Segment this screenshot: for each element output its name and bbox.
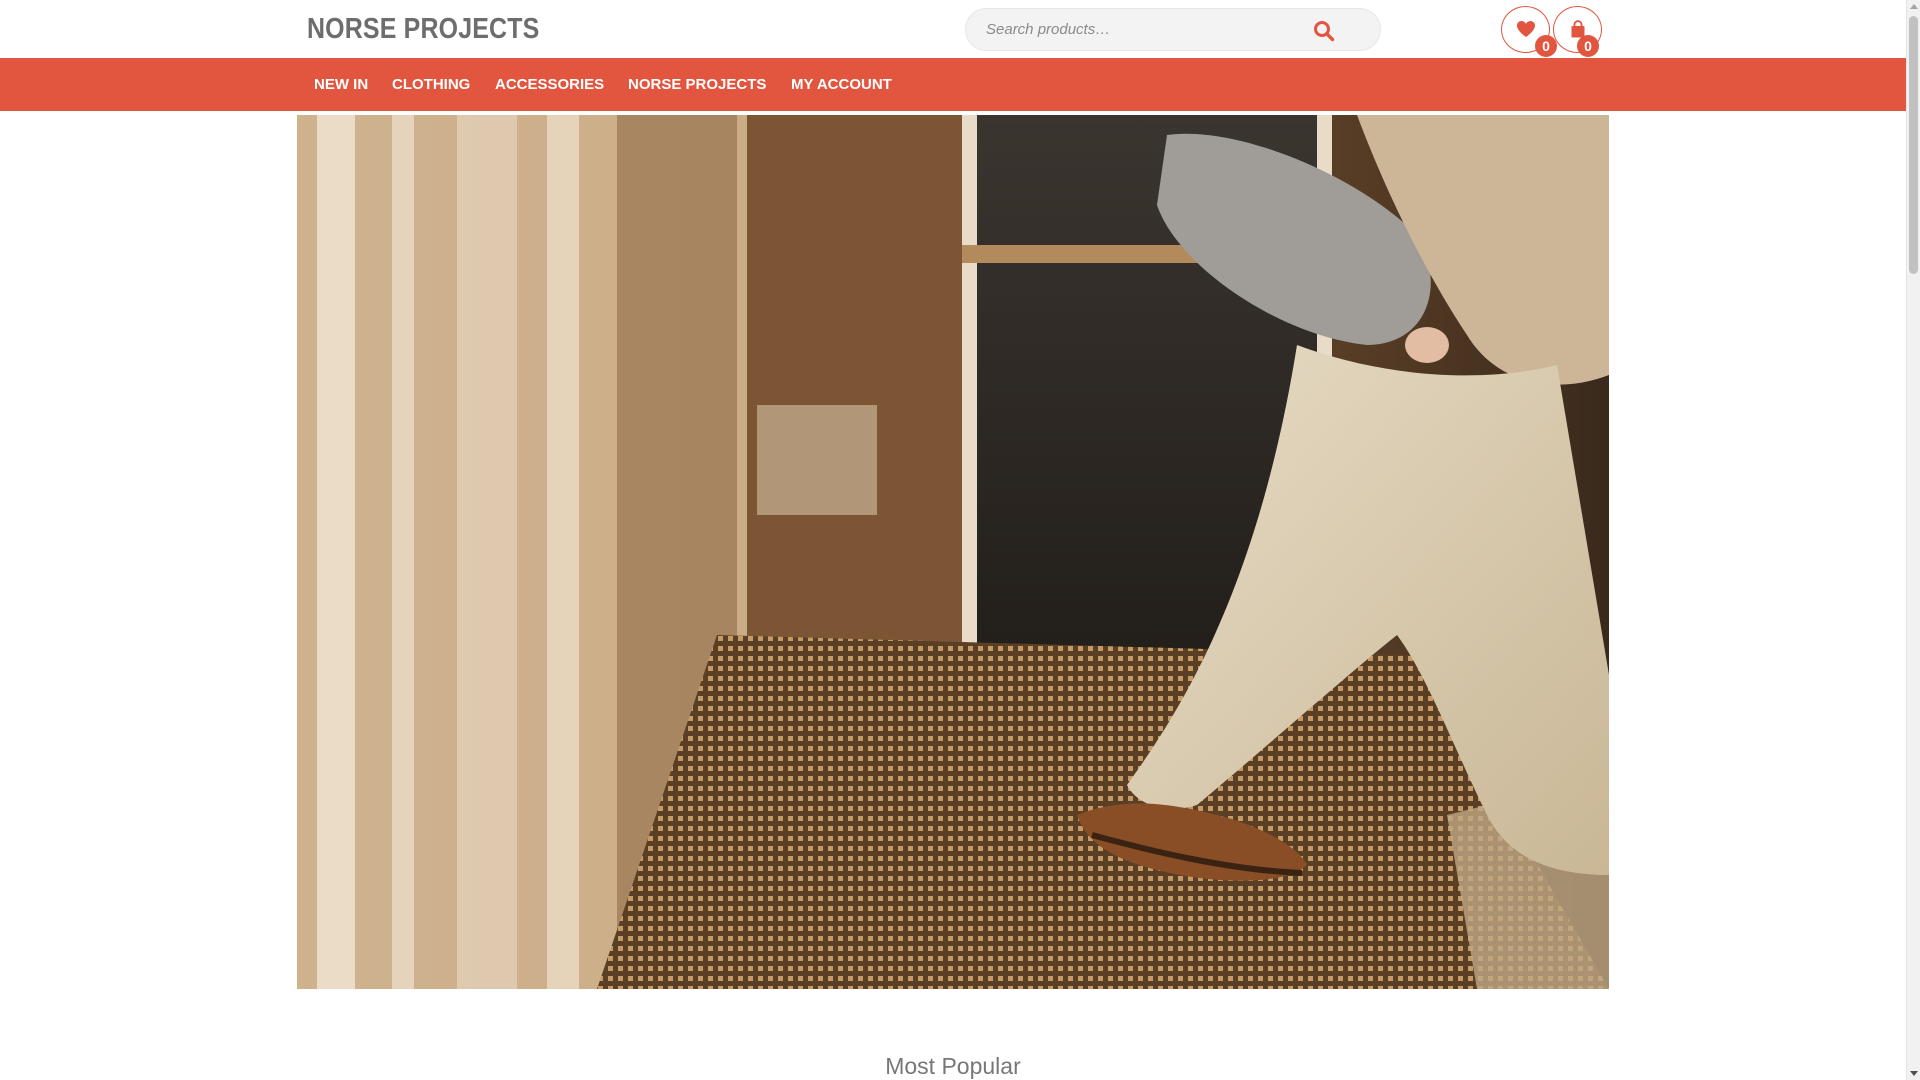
- wishlist-button[interactable]: 0: [1501, 6, 1557, 57]
- nav-item-new-in[interactable]: NEW IN: [314, 58, 368, 111]
- heart-icon: [1517, 21, 1535, 37]
- nav-item-clothing[interactable]: CLOTHING: [392, 58, 470, 111]
- site-header: NORSE PROJECTS 0 0: [0, 0, 1900, 58]
- main-navigation: NEW IN CLOTHING ACCESSORIES NORSE PROJEC…: [0, 58, 1906, 111]
- product-search: [965, 8, 1381, 51]
- search-input[interactable]: [986, 9, 1316, 50]
- nav-item-my-account[interactable]: MY ACCOUNT: [791, 58, 892, 111]
- search-icon: [1314, 21, 1335, 42]
- scroll-down-arrow-icon[interactable]: [1910, 1071, 1918, 1076]
- search-button[interactable]: [1312, 19, 1336, 43]
- page-scrollbar[interactable]: [1906, 0, 1920, 1080]
- site-logo[interactable]: NORSE PROJECTS: [307, 14, 539, 44]
- cart-button[interactable]: 0: [1553, 6, 1602, 57]
- nav-item-norse-projects[interactable]: NORSE PROJECTS: [628, 58, 766, 111]
- most-popular-heading: Most Popular: [885, 1053, 1021, 1079]
- scroll-up-arrow-icon[interactable]: [1910, 4, 1918, 9]
- scrollbar-thumb[interactable]: [1909, 16, 1918, 274]
- cart-count-badge: 0: [1577, 35, 1599, 57]
- nav-item-accessories[interactable]: ACCESSORIES: [495, 58, 604, 111]
- wishlist-count-badge: 0: [1535, 35, 1557, 57]
- hero-photo: [297, 115, 1609, 989]
- hero-banner[interactable]: [297, 115, 1609, 989]
